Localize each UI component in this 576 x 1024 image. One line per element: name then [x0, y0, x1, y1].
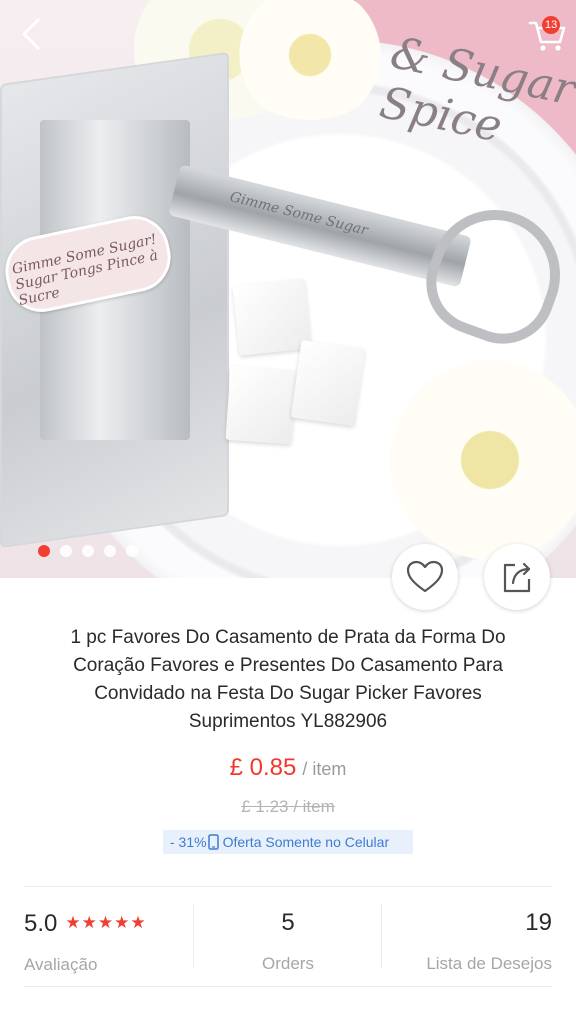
orders-stat[interactable]: 5 Orders — [194, 908, 382, 974]
price-unit: / item — [302, 759, 347, 779]
chevron-left-icon — [22, 18, 40, 50]
star-icon: ★ — [81, 913, 98, 932]
flower-illustration — [390, 360, 576, 560]
wishlist-label: Lista de Desejos — [426, 954, 552, 973]
rating-stat[interactable]: 5.0 ★★★★★ Avaliação — [24, 908, 147, 975]
carousel-dot[interactable] — [126, 545, 138, 557]
orders-value: 5 — [281, 909, 295, 936]
star-icon: ★ — [130, 913, 147, 932]
price-row: £ 0.85/ item — [0, 754, 576, 782]
sugar-cube-illustration — [225, 365, 297, 445]
divider — [24, 886, 552, 887]
heart-outline-icon — [406, 560, 444, 593]
product-title: 1 pc Favores Do Casamento de Prata da Fo… — [70, 627, 506, 732]
carousel-dots — [38, 545, 138, 557]
star-icon: ★ — [97, 913, 115, 932]
share-icon — [503, 562, 531, 593]
mobile-offer-text: Oferta Somente no Celular — [222, 834, 390, 850]
discount-percent: - 31% — [170, 834, 207, 850]
add-to-wishlist-button[interactable] — [392, 544, 458, 610]
carousel-dot[interactable] — [82, 545, 94, 557]
product-image[interactable]: & Sugar Spice Gimme Some Sugar Gimme Som… — [0, 0, 576, 578]
star-icon: ★ — [65, 913, 82, 932]
carousel-dot[interactable] — [38, 545, 50, 557]
wishlist-stat[interactable]: 19 Lista de Desejos — [382, 908, 552, 974]
back-button[interactable] — [14, 14, 54, 54]
orders-label: Orders — [262, 954, 314, 973]
original-price: £ 1.23 / item — [241, 797, 335, 816]
mobile-phone-icon — [207, 833, 219, 857]
star-icon: ★ — [114, 913, 131, 932]
wishlist-value: 19 — [525, 909, 552, 936]
rating-stars: ★★★★★ — [65, 908, 146, 938]
sugar-cube-illustration — [290, 339, 366, 427]
mobile-offer-badge: - 31% Oferta Somente no Celular — [163, 830, 413, 854]
sugar-cube-illustration — [232, 278, 312, 356]
carousel-dot[interactable] — [104, 545, 116, 557]
share-button[interactable] — [484, 544, 550, 610]
divider — [24, 986, 552, 987]
current-price: £ 0.85 — [229, 754, 297, 781]
rating-label: Avaliação — [24, 955, 98, 974]
rating-value: 5.0 — [24, 910, 58, 937]
carousel-dot[interactable] — [60, 545, 72, 557]
